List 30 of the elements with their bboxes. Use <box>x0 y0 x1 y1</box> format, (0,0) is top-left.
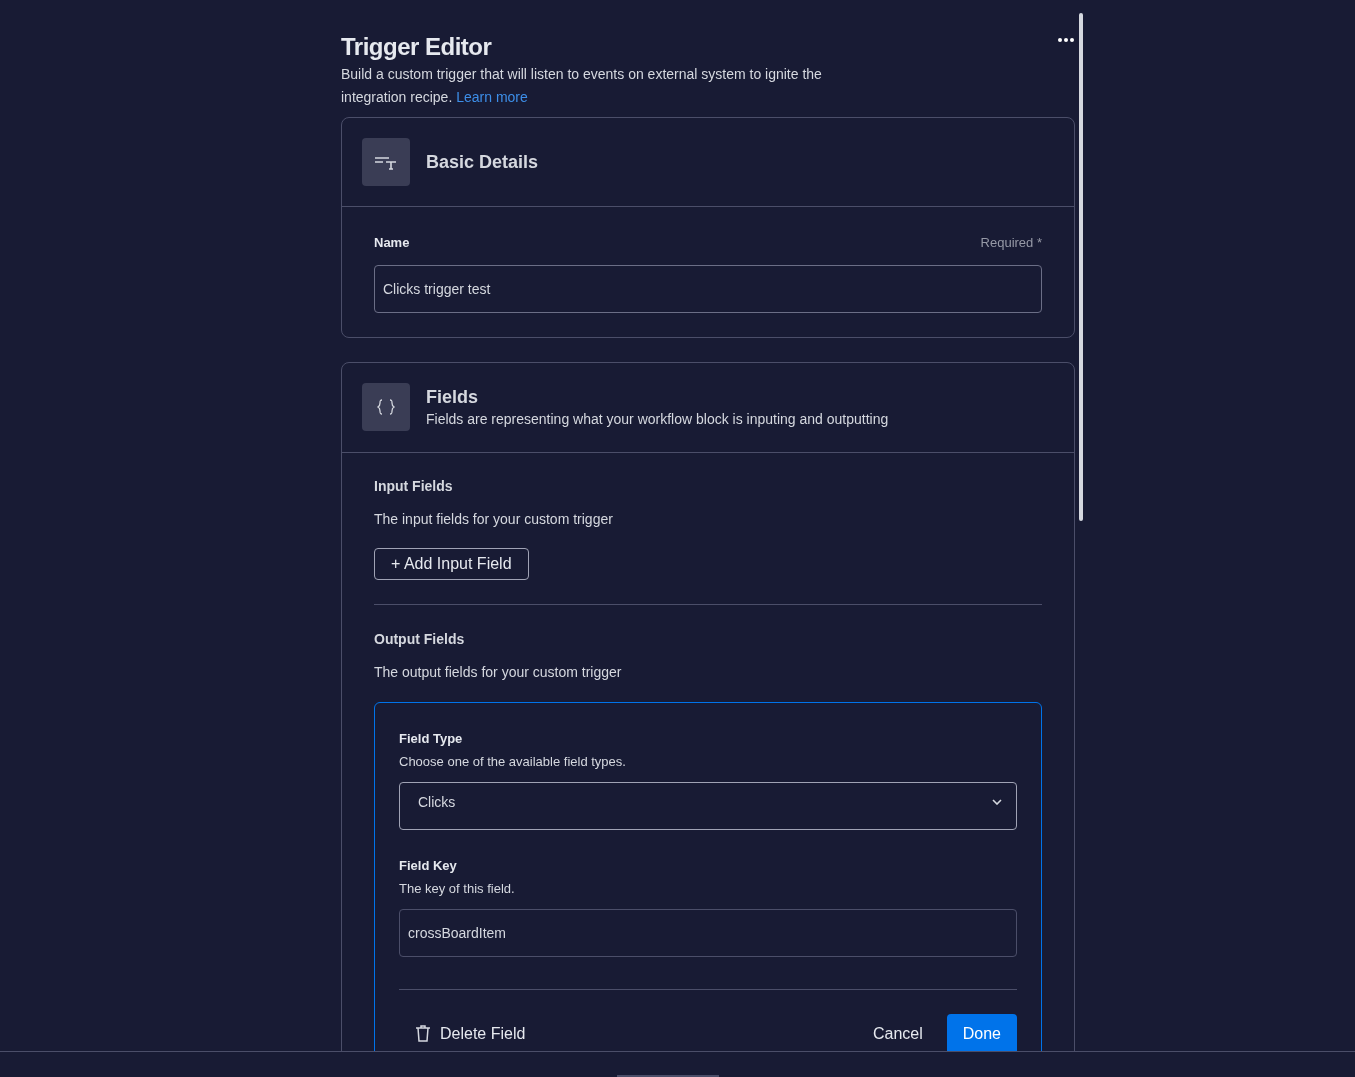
required-label: Required * <box>980 234 1042 252</box>
cancel-button[interactable]: Cancel <box>856 1013 939 1051</box>
field-key-input-field[interactable]: crossBoardItem <box>399 908 1017 957</box>
chevron-down-icon <box>992 798 1002 805</box>
section-title: Fields <box>426 386 479 409</box>
field-type-dropdown[interactable]: Clicks <box>399 781 1017 830</box>
bottom-handle[interactable] <box>616 1075 719 1077</box>
page-description: Build a custom trigger that will listen to events on external system to ignite the integration recipe. Learn more <box>341 65 823 107</box>
learn-more-link[interactable]: Learn more <box>456 89 528 105</box>
subsection-title: Input Fields <box>374 476 454 496</box>
field-description: Choose one of the available field types. <box>399 753 627 771</box>
field-label: Field Key <box>399 856 458 875</box>
field-label: Field Type <box>399 729 464 748</box>
subsection-description: The input fields for your custom trigger <box>374 509 614 529</box>
done-button[interactable]: Done <box>946 1013 1017 1051</box>
add-input-field-button[interactable]: + Add Input Field <box>374 547 529 580</box>
trash-icon <box>415 1025 431 1042</box>
scrollbar-thumb[interactable] <box>1079 13 1083 521</box>
name-input-field[interactable]: Clicks trigger test <box>374 264 1042 313</box>
section-description: Fields are representing what your workflow block is inputing and outputting <box>426 410 889 429</box>
more-options-icon[interactable] <box>1058 38 1074 42</box>
page-title: Trigger Editor <box>341 32 492 62</box>
subsection-title: Output Fields <box>374 629 466 649</box>
text-format-icon <box>374 154 398 170</box>
subsection-description: The output fields for your custom trigger <box>374 662 623 682</box>
curly-braces-icon <box>377 399 395 415</box>
field-description: The key of this field. <box>399 880 516 898</box>
delete-field-button[interactable]: Delete Field <box>399 1013 542 1051</box>
section-title: Basic Details <box>426 150 539 174</box>
field-label: Name <box>374 234 410 252</box>
